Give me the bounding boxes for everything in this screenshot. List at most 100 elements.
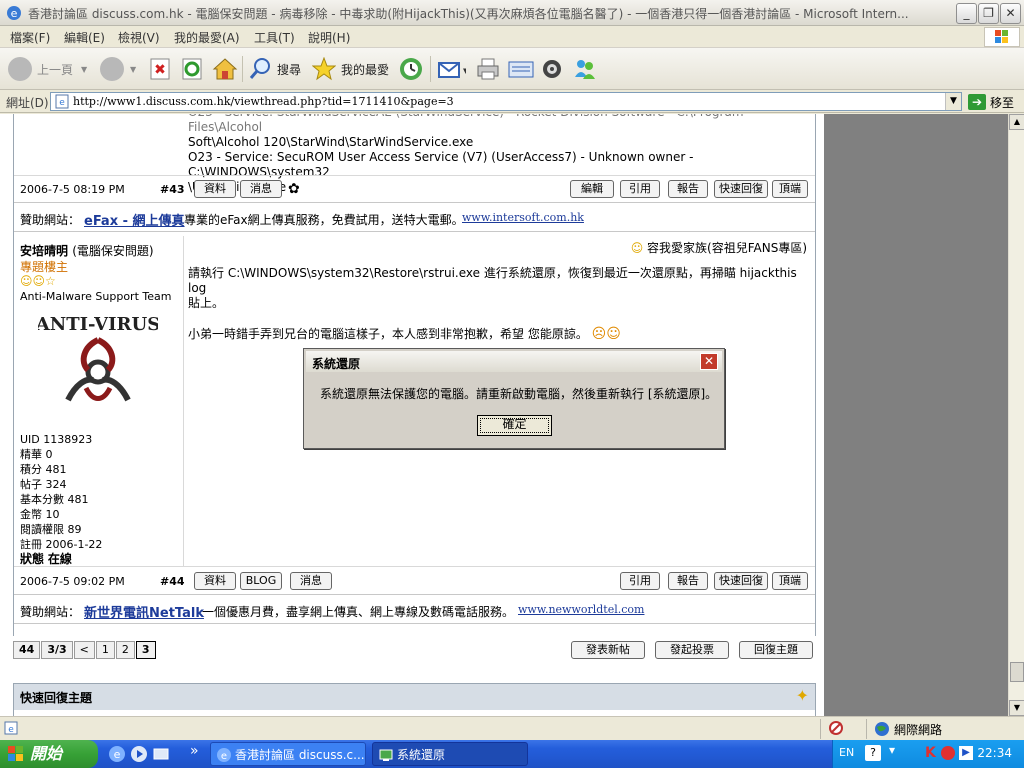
system-restore-dialog: 系統還原 ✕ 系統還原無法保護您的電腦。請重新啟動電腦，然後重新執行 [系統還原… (303, 348, 725, 449)
new-topic-button[interactable]: 發表新帖 (571, 641, 645, 659)
minimize-button[interactable]: _ (956, 3, 977, 24)
desktop-icon[interactable] (152, 745, 170, 763)
favorite-group-link[interactable]: ☺ 容我愛家族(容祖兒FANS專區) (631, 239, 807, 256)
rank-stars: ☺☺☆ (20, 274, 56, 288)
quick-reply-button[interactable]: 快速回復 (714, 572, 768, 590)
pager-page-2[interactable]: 2 (115, 641, 135, 659)
page-status-icon: e (4, 721, 18, 735)
start-button[interactable]: 開始 (0, 740, 98, 768)
menu-view[interactable]: 檢視(V) (118, 29, 160, 46)
task-system-restore[interactable]: 系統還原 (372, 742, 528, 766)
report-button[interactable]: 報告 (668, 572, 708, 590)
address-input[interactable]: e http://www1.discuss.com.hk/viewthread.… (50, 92, 962, 111)
stop-icon: ✖ (150, 58, 170, 80)
start-label: 開始 (30, 744, 63, 763)
sponsor-link[interactable]: eFax - 網上傳真 (84, 210, 185, 229)
go-button[interactable]: ➔ 移至 (968, 93, 1014, 111)
dialog-message: 系統還原無法保護您的電腦。請重新啟動電腦，然後重新執行 [系統還原]。 (320, 387, 718, 401)
top-button[interactable]: 頂端 (772, 180, 808, 198)
ie-icon: e (217, 748, 231, 762)
pager-page-1[interactable]: 1 (95, 641, 115, 659)
refresh-button[interactable] (180, 54, 204, 84)
forward-button[interactable]: ▼ (100, 54, 136, 84)
flower-icon[interactable]: ✿ (288, 181, 300, 197)
post-44-body: 請執行 C:\WINDOWS\system32\Restore\rstrui.e… (188, 266, 808, 342)
status-row: 狀態 在線 (20, 552, 72, 566)
top-button[interactable]: 頂端 (772, 572, 808, 590)
new-poll-button[interactable]: 發起投票 (655, 641, 729, 659)
avatar-text: ANTI-VIRUS (38, 314, 158, 335)
favorites-button[interactable]: 我的最愛 (312, 54, 389, 84)
sponsor-url[interactable]: www.intersoft.com.hk (462, 211, 584, 224)
pager-prev[interactable]: < (73, 641, 95, 659)
popup-blocked-icon[interactable] (828, 721, 844, 735)
ie-icon: e (7, 6, 21, 20)
ok-button[interactable]: 確定 (477, 415, 552, 436)
author-panel: 安培晴明 (電腦保安問題) 專題樓主 ☺☺☆ Anti-Malware Supp… (14, 236, 184, 566)
vertical-scrollbar[interactable]: ▲ ▼ (1008, 114, 1024, 716)
title-bar: e 香港討論區 discuss.com.hk - 電腦保安問題 - 病毒移除 -… (0, 0, 1024, 26)
language-indicator[interactable]: EN (839, 746, 854, 759)
scroll-thumb[interactable] (1010, 662, 1024, 682)
ie-quicklaunch-icon[interactable]: e (108, 745, 126, 763)
svg-text:✖: ✖ (154, 62, 166, 78)
sponsor-link[interactable]: 新世界電訊NetTalk (84, 602, 204, 621)
emoticon-icon: ☹☺ (591, 326, 621, 342)
reply-topic-button[interactable]: 回復主題 (739, 641, 813, 659)
menu-favorites[interactable]: 我的最愛(A) (174, 29, 240, 46)
mail-icon: ▼ (438, 62, 466, 78)
smiley-icon: ☺ (630, 241, 644, 255)
profile-button[interactable]: 資料 (194, 572, 236, 590)
help-icon[interactable]: ? (865, 745, 881, 761)
sponsor-url[interactable]: www.newworldtel.com (518, 603, 644, 616)
menu-edit[interactable]: 編輯(E) (64, 29, 105, 46)
scroll-down-button[interactable]: ▼ (1009, 700, 1024, 716)
search-icon (249, 58, 270, 79)
print-button[interactable] (476, 54, 500, 84)
search-button[interactable]: 搜尋 (248, 54, 301, 84)
author-name[interactable]: 安培晴明 (電腦保安問題) (20, 242, 154, 259)
quote-button[interactable]: 引用 (620, 572, 660, 590)
discuss-button[interactable] (540, 54, 564, 84)
history-button[interactable] (398, 54, 424, 84)
home-button[interactable] (212, 54, 238, 84)
post-43-number[interactable]: #43 (160, 183, 185, 196)
quick-reply-button[interactable]: 快速回復 (714, 180, 768, 198)
menu-help[interactable]: 說明(H) (308, 29, 350, 46)
report-button[interactable]: 報告 (668, 180, 708, 198)
restore-button[interactable]: ❐ (978, 3, 999, 24)
quote-button[interactable]: 引用 (620, 180, 660, 198)
security-zone: 網際網路 (894, 723, 943, 737)
edit-button[interactable] (508, 54, 534, 84)
message-button[interactable]: 消息 (290, 572, 332, 590)
kaspersky-icon[interactable]: K (925, 745, 936, 761)
dialog-title-bar[interactable]: 系統還原 ✕ (306, 351, 722, 372)
scroll-up-button[interactable]: ▲ (1009, 114, 1024, 130)
windows-flag-icon (8, 746, 23, 761)
profile-button[interactable]: 資料 (194, 180, 236, 198)
tray-options-icon[interactable]: ▾ (889, 743, 895, 757)
messenger-button[interactable] (572, 54, 598, 84)
edit-post-button[interactable]: 編輯 (570, 180, 614, 198)
post-44-number[interactable]: #44 (160, 575, 185, 588)
blog-button[interactable]: BLOG (240, 572, 282, 590)
pager-current: 3/3 (41, 641, 73, 659)
media-tray-icon[interactable]: ▶ (959, 746, 973, 760)
menu-tools[interactable]: 工具(T) (254, 29, 295, 46)
dialog-close-button[interactable]: ✕ (700, 353, 718, 370)
clock[interactable]: 22:34 (977, 746, 1012, 760)
mail-button[interactable]: ▼ (436, 54, 466, 84)
antivirus-status-icon[interactable] (941, 746, 955, 760)
address-dropdown-button[interactable]: ▼ (945, 93, 961, 110)
back-button[interactable]: 上一頁 ▼ (8, 54, 87, 84)
task-browser[interactable]: e 香港討論區 discuss.c... (210, 742, 366, 766)
collapse-icon[interactable]: ✦ (796, 686, 809, 705)
pager-page-3[interactable]: 3 (135, 641, 156, 659)
stat-row: 積分 481 (20, 463, 67, 476)
menu-file[interactable]: 檔案(F) (10, 29, 50, 46)
media-player-icon[interactable] (130, 745, 148, 763)
stop-button[interactable]: ✖ (148, 54, 172, 84)
close-window-button[interactable]: ✕ (1000, 3, 1021, 24)
message-button[interactable]: 消息 (240, 180, 282, 198)
chevron-right-icon[interactable]: » (190, 743, 199, 759)
